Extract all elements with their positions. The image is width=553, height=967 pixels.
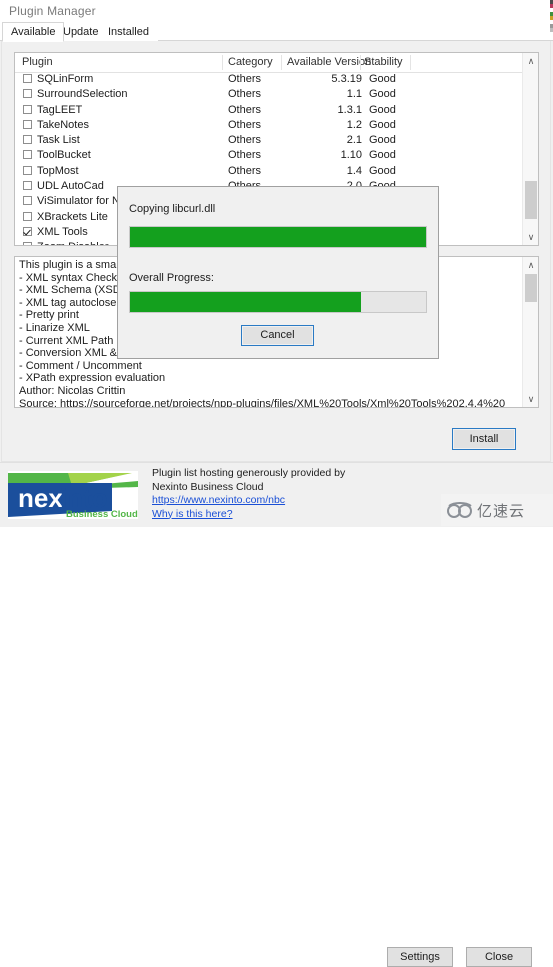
- row-checkbox[interactable]: [23, 104, 32, 114]
- table-row[interactable]: SQLinForm Others 5.3.19 Good: [15, 72, 538, 87]
- close-button[interactable]: Close: [466, 947, 532, 967]
- settings-button[interactable]: Settings: [387, 947, 453, 967]
- why-is-this-here-link[interactable]: Why is this here?: [152, 508, 345, 522]
- row-version: 1.3.1: [337, 103, 362, 116]
- row-category: Others: [228, 88, 262, 101]
- install-button[interactable]: Install: [452, 428, 516, 450]
- overall-progress-bar: [129, 291, 427, 313]
- row-plugin-name: UDL AutoCad: [37, 180, 104, 193]
- tab-strip: Available Updates Installed: [0, 22, 553, 42]
- overall-progress-label: Overall Progress:: [129, 272, 214, 284]
- row-checkbox[interactable]: [23, 89, 32, 99]
- row-stability: Good: [369, 134, 396, 147]
- cancel-button[interactable]: Cancel: [241, 325, 314, 346]
- column-header-plugin[interactable]: Plugin: [22, 56, 53, 68]
- overall-progress-fill: [130, 292, 361, 312]
- row-stability: Good: [369, 149, 396, 162]
- row-checkbox[interactable]: [23, 135, 32, 145]
- row-stability: Good: [369, 164, 396, 177]
- nexinto-logo-svg: nex into Business Cloud: [8, 473, 138, 519]
- tab-available[interactable]: Available: [2, 22, 65, 42]
- scroll-down-icon[interactable]: ∨: [523, 229, 538, 245]
- plugin-manager-window: Plugin Manager Available Updates Install…: [0, 0, 553, 967]
- nexinto-logo: nex into Business Cloud: [8, 471, 138, 519]
- table-row[interactable]: TopMost Others 1.4 Good: [15, 164, 538, 179]
- scroll-up-icon[interactable]: ∧: [523, 53, 538, 69]
- scrollbar-thumb[interactable]: [525, 181, 537, 219]
- scroll-up-icon[interactable]: ∧: [523, 257, 538, 273]
- footer-credit: Plugin list hosting generously provided …: [152, 467, 345, 521]
- row-category: Others: [228, 164, 262, 177]
- row-plugin-name: Zoom Disabler: [37, 241, 109, 245]
- scroll-down-icon[interactable]: ∨: [523, 391, 538, 407]
- tab-installed[interactable]: Installed: [99, 22, 158, 41]
- row-plugin-name: SurroundSelection: [37, 88, 128, 101]
- row-plugin-name: TagLEET: [37, 103, 83, 116]
- row-plugin-name: XBrackets Lite: [37, 210, 108, 223]
- row-checkbox[interactable]: [23, 119, 32, 129]
- svg-text:nex: nex: [18, 483, 63, 513]
- column-divider: [222, 55, 223, 70]
- table-row[interactable]: ToolBucket Others 1.10 Good: [15, 148, 538, 163]
- cloud-icon: [447, 501, 472, 518]
- row-checkbox[interactable]: [23, 242, 32, 245]
- row-checkbox[interactable]: [23, 196, 32, 206]
- row-checkbox[interactable]: [23, 165, 32, 175]
- install-progress-dialog: Copying libcurl.dll Overall Progress: Ca…: [117, 186, 439, 359]
- file-progress-bar: [129, 226, 427, 248]
- scrollbar-thumb[interactable]: [525, 274, 537, 302]
- nexinto-url-link[interactable]: https://www.nexinto.com/nbc: [152, 494, 345, 508]
- window-title: Plugin Manager: [9, 4, 96, 18]
- plugin-list-header: Plugin Category Available Version Stabil…: [15, 53, 538, 73]
- svg-text:Business Cloud: Business Cloud: [66, 509, 138, 519]
- row-version: 2.1: [346, 134, 362, 147]
- row-stability: Good: [369, 118, 396, 131]
- row-checkbox[interactable]: [23, 226, 32, 236]
- row-plugin-name: ToolBucket: [37, 149, 91, 162]
- row-plugin-name: TopMost: [37, 164, 79, 177]
- row-plugin-name: Task List: [37, 134, 80, 147]
- row-version: 1.10: [340, 149, 362, 162]
- row-category: Others: [228, 149, 262, 162]
- footer-line-2: Nexinto Business Cloud: [152, 480, 264, 493]
- column-header-category[interactable]: Category: [228, 56, 273, 68]
- table-row[interactable]: SurroundSelection Others 1.1 Good: [15, 87, 538, 102]
- column-divider: [410, 55, 411, 70]
- row-plugin-name: XML Tools: [37, 225, 88, 238]
- current-file-message: Copying libcurl.dll: [129, 203, 216, 215]
- column-header-stability[interactable]: Stability: [364, 56, 403, 68]
- row-category: Others: [228, 103, 262, 116]
- title-bar: Plugin Manager: [0, 0, 553, 22]
- row-checkbox[interactable]: [23, 150, 32, 160]
- row-checkbox[interactable]: [23, 74, 32, 83]
- watermark-text: 亿速云: [477, 502, 526, 520]
- footer-line-1: Plugin list hosting generously provided …: [152, 467, 346, 479]
- plugin-list-scrollbar[interactable]: ∧ ∨: [522, 53, 538, 245]
- row-stability: Good: [369, 88, 396, 101]
- column-divider: [360, 55, 361, 70]
- file-progress-fill: [130, 227, 426, 247]
- row-category: Others: [228, 73, 262, 85]
- column-divider: [281, 55, 282, 70]
- row-stability: Good: [369, 103, 396, 116]
- row-plugin-name: SQLinForm: [37, 73, 94, 85]
- row-version: 1.1: [346, 88, 362, 101]
- row-category: Others: [228, 134, 262, 147]
- row-version: 1.4: [346, 164, 362, 177]
- table-row[interactable]: Task List Others 2.1 Good: [15, 133, 538, 148]
- row-version: 5.3.19: [331, 73, 362, 85]
- table-row[interactable]: TakeNotes Others 1.2 Good: [15, 118, 538, 133]
- table-row[interactable]: TagLEET Others 1.3.1 Good: [15, 103, 538, 118]
- watermark: 亿速云: [441, 494, 553, 526]
- row-version: 1.2: [346, 118, 362, 131]
- row-category: Others: [228, 118, 262, 131]
- column-header-available-version[interactable]: Available Version: [287, 56, 371, 68]
- row-plugin-name: TakeNotes: [37, 118, 89, 131]
- description-scrollbar[interactable]: ∧ ∨: [522, 257, 538, 407]
- row-checkbox[interactable]: [23, 181, 32, 191]
- row-checkbox[interactable]: [23, 211, 32, 221]
- row-stability: Good: [369, 73, 396, 85]
